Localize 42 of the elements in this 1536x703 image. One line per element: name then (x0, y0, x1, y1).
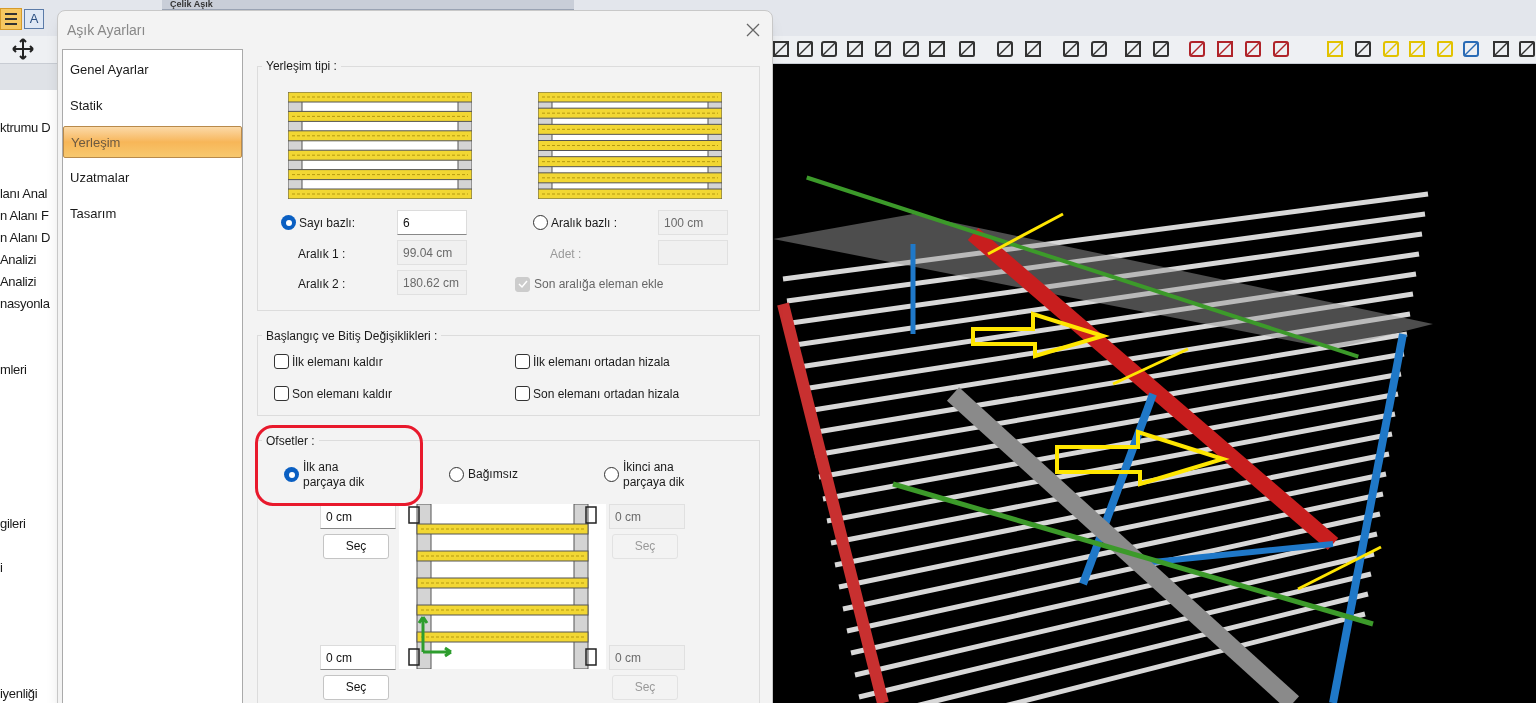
tree-item[interactable]: lanı Anal (0, 186, 48, 201)
option-checkbox[interactable]: Son elemanı kaldır (274, 384, 515, 403)
tree-item[interactable]: i (0, 560, 3, 575)
group-title: Başlangıç ve Bitiş Değişiklikleri : (265, 327, 439, 345)
dialog-title: Aşık Ayarları (67, 20, 146, 40)
check-icon (517, 279, 528, 289)
offset-mode-radio[interactable]: İkinci ana parçaya dik (604, 459, 759, 490)
move-icon[interactable] (12, 38, 34, 60)
field-label: Aralık 2 : (298, 276, 346, 291)
tree-item[interactable]: ktrumu D (0, 120, 51, 135)
input-field[interactable]: 0 cm (320, 644, 396, 670)
tree-item[interactable]: mleri (0, 362, 27, 377)
background-window-title: Çelik Aşık (162, 0, 574, 10)
list-view-icon[interactable] (0, 8, 22, 30)
input-field[interactable]: 6 (397, 210, 467, 235)
close-icon[interactable] (746, 23, 760, 37)
nav-item[interactable]: Yerleşim (63, 126, 242, 158)
tree-item[interactable]: nasyonla (0, 296, 50, 311)
tree-item[interactable]: gileri (0, 516, 26, 531)
nav-item[interactable]: Statik (63, 94, 242, 118)
option-checkbox[interactable]: İlk elemanı kaldır (274, 352, 515, 371)
panel-header (0, 64, 57, 90)
select-button[interactable]: Seç (323, 533, 389, 559)
text-style-button[interactable]: A (24, 9, 44, 29)
count-radio[interactable]: Sayı bazlı: (281, 213, 397, 232)
tree-item[interactable]: Analizi (0, 274, 37, 289)
option-checkbox[interactable]: Son elemanı ortadan hizala (515, 384, 743, 403)
offset-mode-radio[interactable]: Bağımsız (449, 459, 604, 490)
select-button[interactable]: Seç (323, 674, 389, 700)
tree-item[interactable]: Analizi (0, 252, 37, 267)
nav-item[interactable]: Uzatmalar (63, 166, 242, 190)
field-label: Aralık 1 : (298, 246, 346, 261)
field-label: Adet : (550, 246, 582, 261)
group-title: Ofsetler : (265, 432, 316, 450)
tree-item[interactable]: n Alanı F (0, 208, 49, 223)
nav-item[interactable]: Genel Ayarlar (63, 58, 242, 82)
tree-item[interactable]: n Alanı D (0, 230, 51, 245)
option-checkbox[interactable]: İlk elemanı ortadan hizala (515, 352, 743, 371)
nav-item[interactable]: Tasarım (63, 202, 242, 226)
group-title: Yerleşim tipi : (265, 58, 338, 75)
offset-mode-radio[interactable]: İlk ana parçaya dik (284, 459, 449, 490)
tree-item[interactable]: iyenliği (0, 686, 38, 701)
